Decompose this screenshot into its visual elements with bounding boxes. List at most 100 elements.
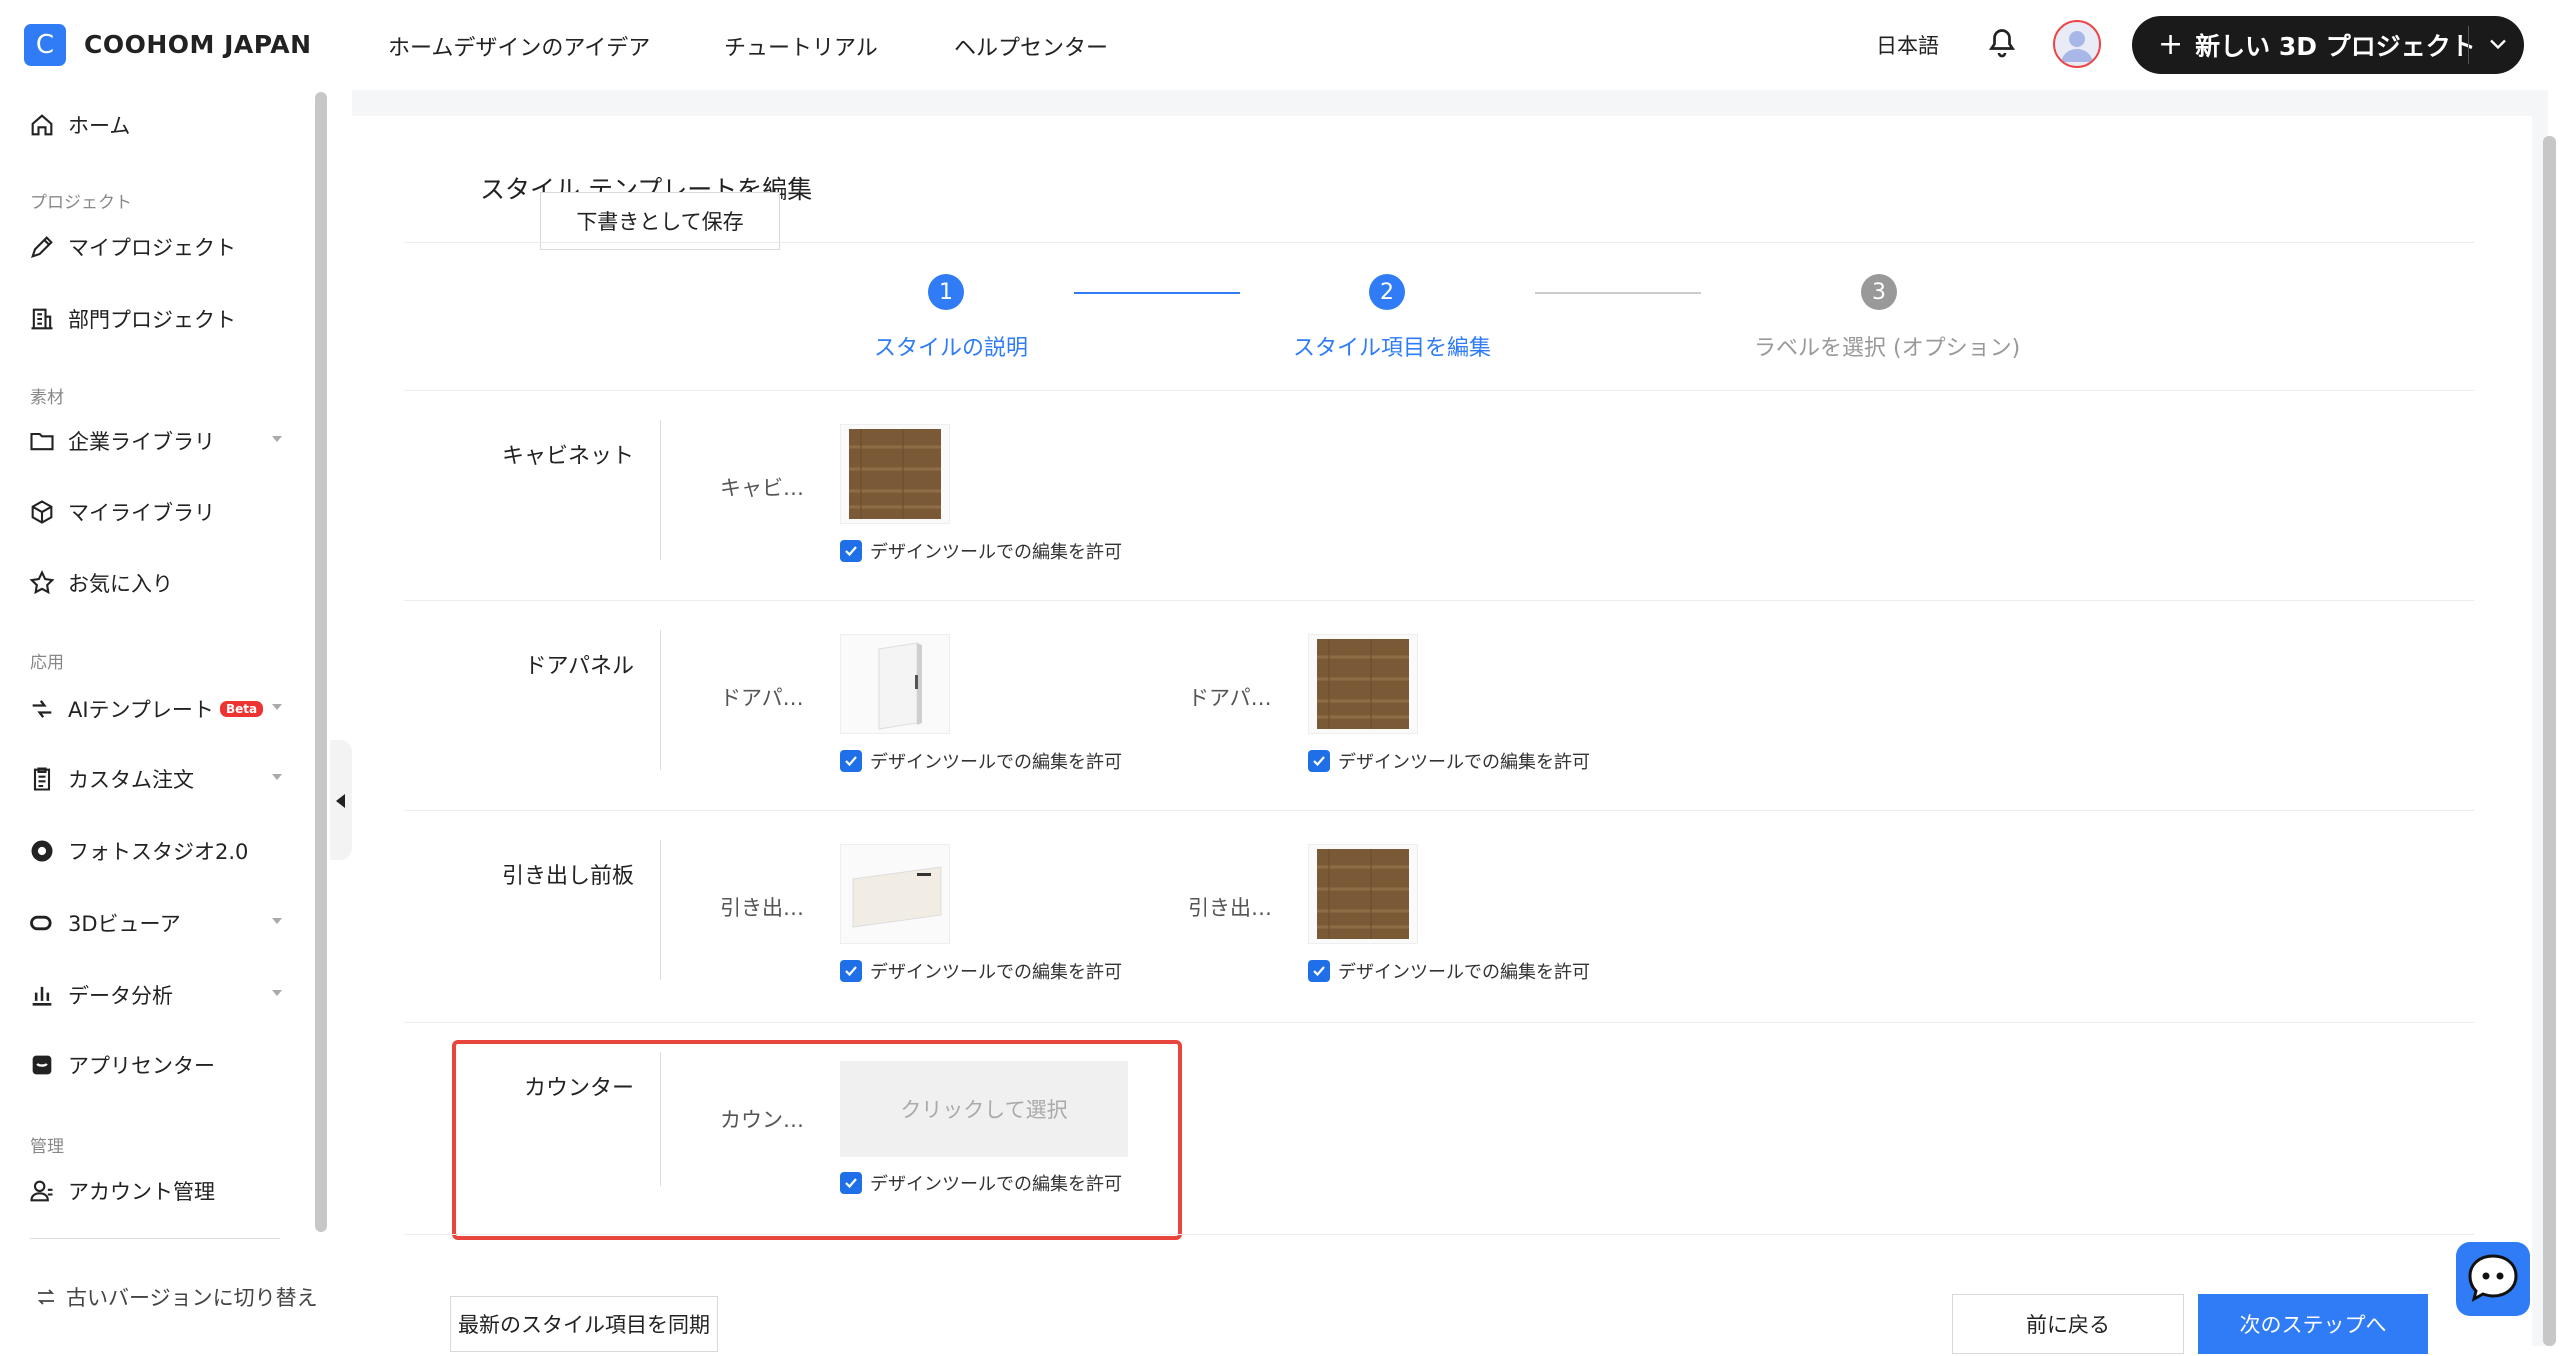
step-1-label[interactable]: スタイルの説明 — [874, 330, 1028, 362]
sidebar-item-label: ホーム — [68, 114, 131, 138]
sync-style-items-button[interactable]: 最新のスタイル項目を同期 — [450, 1296, 718, 1352]
sidebar-item-account-manage[interactable]: アカウント管理 — [28, 1176, 288, 1206]
logo-icon[interactable]: C — [24, 24, 66, 66]
top-bar: C COOHOM JAPAN ホームデザインのアイデア チュートリアル ヘルプセ… — [0, 0, 2560, 90]
wood-texture-image — [1317, 639, 1409, 729]
switch-icon — [37, 1289, 55, 1305]
material-thumbnail[interactable] — [840, 634, 950, 734]
viewer-3d-icon — [30, 915, 52, 931]
row-name-door-panel: ドアパネル — [524, 654, 634, 679]
material-thumbnail[interactable] — [840, 424, 950, 524]
step-connector-1 — [1074, 292, 1240, 294]
allow-edit-label: デザインツールでの編集を許可 — [870, 962, 1122, 983]
divider — [404, 390, 2474, 391]
sidebar-item-favorites[interactable]: お気に入り — [28, 568, 288, 598]
sidebar-item-data-analysis[interactable]: データ分析 — [28, 980, 288, 1010]
step-2-number[interactable]: 2 — [1369, 274, 1405, 310]
chat-bot-icon — [2468, 1254, 2518, 1302]
sidebar-item-ai-template[interactable]: AIテンプレート Beta — [28, 694, 288, 724]
allow-edit-checkbox[interactable]: デザインツールでの編集を許可 — [840, 538, 1122, 564]
sidebar-item-app-center[interactable]: アプリセンター — [28, 1050, 288, 1080]
sidebar-divider — [30, 1238, 280, 1239]
nav-design-ideas[interactable]: ホームデザインのアイデア — [388, 30, 650, 62]
allow-edit-checkbox[interactable]: デザインツールでの編集を許可 — [840, 958, 1122, 984]
nav-tutorial[interactable]: チュートリアル — [724, 30, 878, 62]
step-2-label[interactable]: スタイル項目を編集 — [1293, 330, 1491, 362]
caret-down-icon — [272, 774, 282, 780]
new-3d-project-button[interactable]: + 新しい 3D プロジェクト — [2132, 16, 2524, 74]
sidebar-item-enterprise-library[interactable]: 企業ライブラリ — [28, 426, 288, 456]
divider — [404, 1022, 2474, 1023]
material-thumbnail[interactable] — [1308, 844, 1418, 944]
item-label: キャビ… — [720, 476, 804, 500]
sidebar-item-label: 部門プロジェクト — [68, 308, 236, 332]
caret-down-icon — [272, 704, 282, 710]
sidebar-item-my-library[interactable]: マイライブラリ — [28, 497, 288, 527]
allow-edit-checkbox[interactable]: デザインツールでの編集を許可 — [840, 748, 1122, 774]
collapse-sidebar-button[interactable] — [330, 740, 352, 860]
folder-icon — [30, 432, 54, 451]
language-selector[interactable]: 日本語 — [1876, 30, 1939, 60]
row-name-cabinet: キャビネット — [501, 444, 634, 469]
sidebar-item-my-projects[interactable]: マイプロジェクト — [28, 232, 288, 262]
sidebar-item-label: アプリセンター — [68, 1054, 215, 1078]
divider — [404, 810, 2474, 811]
row-separator — [660, 420, 661, 560]
sidebar-item-label: 3Dビューア — [68, 912, 181, 936]
divider — [404, 600, 2474, 601]
collapse-arrow-icon — [336, 794, 345, 808]
user-avatar[interactable] — [2053, 20, 2101, 68]
home-icon — [31, 114, 53, 136]
building-icon — [31, 308, 53, 330]
old-version-label: 古いバージョンに切り替え — [66, 1286, 318, 1310]
sidebar-item-label: カスタム注文 — [68, 768, 194, 792]
pen-icon — [31, 236, 53, 258]
switch-old-version-link[interactable]: 古いバージョンに切り替え — [34, 1282, 318, 1312]
wood-texture-image — [1317, 849, 1409, 939]
step-connector-2 — [1535, 292, 1701, 294]
user-icon — [2061, 31, 2093, 62]
bar-chart-icon — [32, 986, 52, 1006]
sidebar-item-home[interactable]: ホーム — [28, 110, 288, 140]
cube-icon — [31, 500, 53, 524]
divider — [404, 1234, 2474, 1235]
new-project-label: 新しい 3D プロジェクト — [2195, 32, 2476, 61]
material-thumbnail[interactable] — [840, 844, 950, 944]
material-thumbnail[interactable] — [1308, 634, 1418, 734]
next-step-button[interactable]: 次のステップへ — [2198, 1294, 2428, 1354]
drawer-front-image — [852, 866, 942, 928]
nav-help-center[interactable]: ヘルプセンター — [954, 30, 1108, 62]
allow-edit-label: デザインツールでの編集を許可 — [1338, 962, 1590, 983]
sidebar-scrollbar[interactable] — [315, 92, 327, 1232]
item-label: 引き出… — [720, 896, 804, 920]
sidebar-item-3d-viewer[interactable]: 3Dビューア — [28, 908, 288, 938]
divider — [404, 242, 2474, 243]
chat-support-button[interactable] — [2456, 1242, 2530, 1316]
checkmark-icon — [1308, 960, 1330, 982]
sidebar-item-custom-order[interactable]: カスタム注文 — [28, 764, 288, 794]
allow-edit-checkbox[interactable]: デザインツールでの編集を許可 — [1308, 748, 1590, 774]
chevron-down-icon[interactable] — [2484, 30, 2512, 58]
bell-icon[interactable] — [1984, 26, 2020, 62]
row-separator — [660, 840, 661, 980]
step-1-number[interactable]: 1 — [928, 274, 964, 310]
step-3-number[interactable]: 3 — [1861, 274, 1897, 310]
white-door-image — [878, 642, 922, 730]
sidebar-item-photo-studio[interactable]: フォトスタジオ2.0 — [28, 836, 288, 866]
item-label: ドアパ… — [720, 686, 804, 710]
item-label: ドアパ… — [1188, 686, 1272, 710]
allow-edit-label: デザインツールでの編集を許可 — [870, 542, 1122, 563]
allow-edit-checkbox[interactable]: デザインツールでの編集を許可 — [1308, 958, 1590, 984]
row-separator — [660, 630, 661, 770]
sidebar-item-dept-projects[interactable]: 部門プロジェクト — [28, 304, 288, 334]
brand-name[interactable]: COOHOM JAPAN — [84, 30, 312, 59]
previous-step-button[interactable]: 前に戻る — [1952, 1294, 2184, 1354]
button-separator — [2468, 26, 2469, 64]
step-3-label[interactable]: ラベルを選択 (オプション) — [1754, 330, 2020, 362]
main-scrollbar[interactable] — [2543, 136, 2556, 1346]
sidebar-item-label: マイプロジェクト — [68, 236, 236, 260]
sidebar: ホーム プロジェクト マイプロジェクト 部門プロジェクト 素材 企業ライブラリ … — [0, 90, 330, 1346]
allow-edit-label: デザインツールでの編集を許可 — [870, 752, 1122, 773]
checkmark-icon — [840, 540, 862, 562]
item-label: 引き出… — [1188, 896, 1272, 920]
